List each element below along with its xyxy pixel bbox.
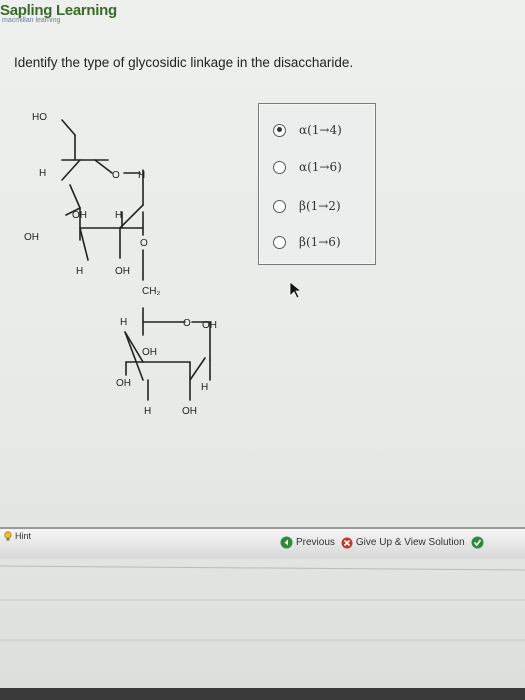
previous-button[interactable]: Previous (280, 536, 335, 549)
answer-options-panel: α(1→4) α(1→6) β(1→2) β(1→6) (258, 103, 376, 265)
give-up-view-solution-button[interactable]: Give Up & View Solution (341, 537, 465, 549)
brand-logo: Sapling Learning macmillan learning (0, 2, 117, 24)
oh-c3b-label: OH (116, 378, 131, 389)
option-beta-1-6[interactable]: β(1→6) (273, 232, 341, 252)
oh-c4b-label: OH (24, 232, 39, 243)
oh-c2b-label: OH (182, 406, 197, 417)
oh-c4-label: OH (72, 210, 87, 221)
check-icon (471, 536, 484, 549)
option-beta-1-2[interactable]: β(1→2) (273, 196, 341, 216)
radio-icon[interactable] (273, 199, 286, 213)
option-label: α(1→4) (299, 123, 342, 137)
h-c3b-label: H (144, 406, 151, 417)
ho-top-label: HO (32, 112, 47, 123)
bottom-toolbar: Hint Previous Give Up & View Solution (0, 527, 525, 559)
h-c3-label: H (76, 266, 83, 277)
question-text: Identify the type of glycosidic linkage … (14, 55, 354, 70)
previous-label: Previous (296, 537, 335, 548)
check-answer-button[interactable] (471, 536, 484, 549)
option-alpha-1-6[interactable]: α(1→6) (273, 157, 342, 177)
hint-label: Hint (15, 531, 32, 541)
disaccharide-structure: HO H O H OH H OH O H OH CH₂ H O OH OH OH… (24, 112, 217, 417)
give-up-label: Give Up & View Solution (355, 537, 465, 548)
h-c1-label: H (138, 170, 145, 181)
option-label: α(1→6) (299, 160, 342, 174)
radio-selected-icon[interactable] (273, 123, 286, 137)
previous-arrow-icon (280, 536, 293, 549)
radio-icon[interactable] (273, 235, 286, 249)
option-alpha-1-4[interactable]: α(1→4) (273, 120, 342, 140)
o-link-label: O (140, 238, 148, 249)
h-c2b-label: H (201, 382, 208, 393)
mouse-cursor-icon (289, 281, 303, 299)
o-ring1-label: O (112, 170, 120, 181)
ch2-label: CH₂ (142, 286, 160, 297)
radio-icon[interactable] (273, 160, 286, 174)
option-label: β(1→2) (299, 199, 341, 213)
h-c5-label: H (39, 168, 46, 179)
hint-button[interactable]: Hint (3, 531, 31, 541)
h-c5b-label: H (120, 317, 127, 328)
oh-c3-label: OH (115, 266, 130, 277)
oh-c4c-label: OH (142, 347, 157, 358)
o-ring2-label: O (183, 318, 191, 329)
option-label: β(1→6) (299, 235, 341, 249)
navigation-group: Previous Give Up & View Solution (280, 536, 490, 549)
footer-background (0, 565, 525, 700)
oh-c1b-label: OH (202, 320, 217, 331)
hint-bulb-icon (4, 531, 12, 541)
give-up-x-icon (341, 537, 353, 548)
h-c2-label: H (115, 210, 122, 221)
